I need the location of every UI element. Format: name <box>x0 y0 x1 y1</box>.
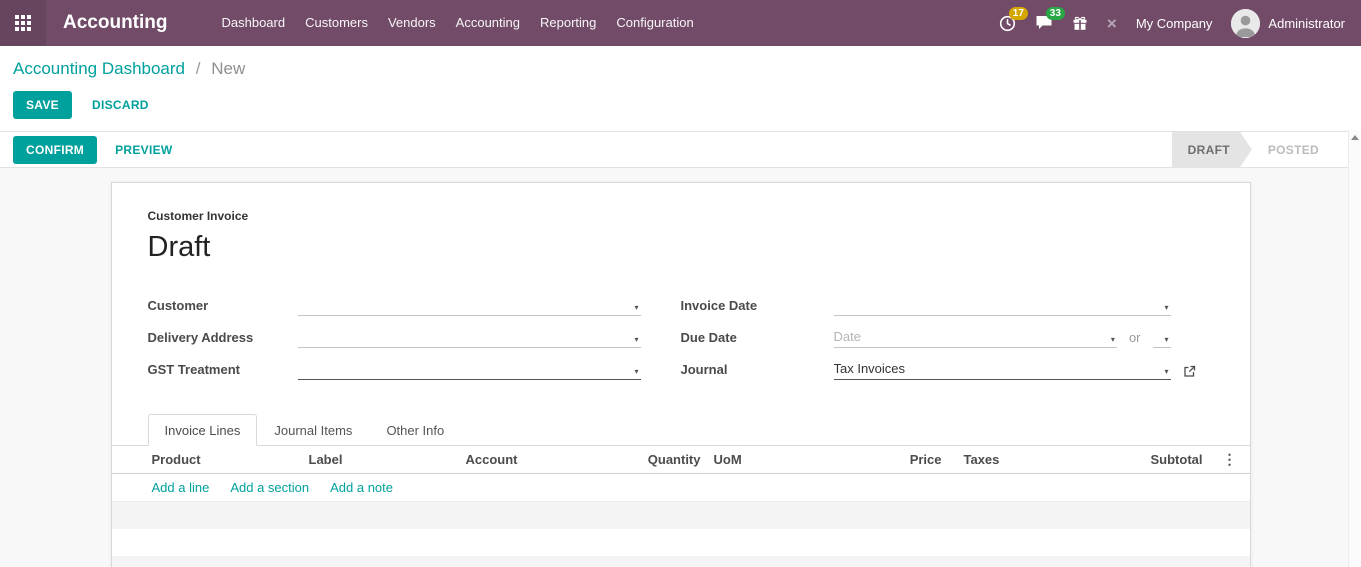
delivery-address-label: Delivery Address <box>148 330 298 348</box>
tab-other-info[interactable]: Other Info <box>369 414 461 446</box>
due-date-label: Due Date <box>681 330 834 348</box>
top-navbar: Accounting Dashboard Customers Vendors A… <box>0 0 1361 46</box>
activity-count-badge: 17 <box>1009 7 1028 20</box>
chevron-down-icon[interactable]: ▾ <box>634 336 638 344</box>
chevron-down-icon[interactable]: ▾ <box>634 304 638 312</box>
apps-menu-button[interactable] <box>0 0 46 46</box>
empty-line-row <box>112 556 1250 567</box>
scroll-up-arrow-icon[interactable] <box>1351 135 1359 140</box>
invoice-form-fields: Customer ▾ Delivery Address ▾ <box>148 294 1214 390</box>
nav-menu-customers[interactable]: Customers <box>295 0 378 46</box>
column-subtotal: Subtotal <box>1052 452 1210 467</box>
user-menu[interactable]: Administrator <box>1231 9 1345 38</box>
chevron-down-icon[interactable]: ▾ <box>1164 368 1168 376</box>
status-pipeline: DRAFT POSTED <box>1172 132 1335 168</box>
column-price: Price <box>862 452 942 467</box>
or-label: or <box>1129 330 1141 348</box>
gift-icon <box>1072 15 1088 31</box>
vertical-scrollbar[interactable] <box>1348 130 1361 567</box>
tab-invoice-lines[interactable]: Invoice Lines <box>148 414 258 446</box>
customer-input[interactable] <box>298 296 641 316</box>
gst-treatment-label: GST Treatment <box>148 362 298 380</box>
nav-menu-accounting[interactable]: Accounting <box>446 0 530 46</box>
chevron-down-icon[interactable]: ▾ <box>1164 336 1168 344</box>
referral-button[interactable] <box>1072 15 1088 31</box>
apps-grid-icon <box>15 15 31 31</box>
status-draft[interactable]: DRAFT <box>1172 132 1252 168</box>
column-taxes: Taxes <box>942 452 1052 467</box>
user-avatar <box>1231 9 1260 38</box>
chevron-down-icon[interactable]: ▾ <box>1164 304 1168 312</box>
journal-input[interactable] <box>834 360 1171 380</box>
breadcrumb-parent[interactable]: Accounting Dashboard <box>13 59 185 78</box>
nav-menu-configuration[interactable]: Configuration <box>606 0 703 46</box>
invoice-date-label: Invoice Date <box>681 298 834 316</box>
column-uom: UoM <box>714 452 862 467</box>
tab-journal-items[interactable]: Journal Items <box>257 414 369 446</box>
activities-button[interactable]: 17 <box>999 15 1016 32</box>
preview-button[interactable]: PREVIEW <box>115 143 172 157</box>
discard-button[interactable]: DISCARD <box>92 98 149 112</box>
chevron-down-icon[interactable]: ▾ <box>1111 336 1115 344</box>
column-label: Label <box>309 452 466 467</box>
nav-menu-dashboard[interactable]: Dashboard <box>212 0 296 46</box>
column-product: Product <box>112 452 309 467</box>
message-count-badge: 33 <box>1046 7 1065 20</box>
user-name: Administrator <box>1268 16 1345 31</box>
invoice-lines-header: Product Label Account Quantity UoM Price… <box>112 446 1250 474</box>
column-options-icon[interactable]: ⋮ <box>1210 451 1250 468</box>
breadcrumb: Accounting Dashboard / New <box>0 46 1361 83</box>
empty-line-row <box>112 502 1250 529</box>
nav-menu: Dashboard Customers Vendors Accounting R… <box>212 0 704 46</box>
save-button[interactable]: SAVE <box>13 91 72 119</box>
nav-menu-vendors[interactable]: Vendors <box>378 0 446 46</box>
add-line-row: Add a line Add a section Add a note <box>112 474 1250 502</box>
column-quantity: Quantity <box>626 452 714 467</box>
breadcrumb-current: New <box>211 59 245 78</box>
invoice-date-input[interactable] <box>834 296 1171 316</box>
person-icon <box>1231 9 1260 38</box>
external-link-icon[interactable] <box>1183 365 1196 380</box>
column-account: Account <box>466 452 626 467</box>
document-type-label: Customer Invoice <box>148 209 1214 223</box>
delivery-address-input[interactable] <box>298 328 641 348</box>
status-posted[interactable]: POSTED <box>1252 132 1335 168</box>
company-switcher[interactable]: My Company <box>1136 16 1213 31</box>
chevron-down-icon[interactable]: ▾ <box>634 368 638 376</box>
form-buttons: SAVE DISCARD <box>0 83 1361 131</box>
invoice-sheet: Customer Invoice Draft Customer ▾ <box>111 182 1251 567</box>
form-view-content: Customer Invoice Draft Customer ▾ <box>0 168 1361 567</box>
app-name[interactable]: Accounting <box>63 12 168 34</box>
confirm-button[interactable]: CONFIRM <box>13 136 97 164</box>
statusbar-buttons: CONFIRM PREVIEW <box>13 136 173 164</box>
empty-line-row <box>112 529 1250 556</box>
add-line-link[interactable]: Add a line <box>152 480 210 495</box>
gst-treatment-input[interactable] <box>298 360 641 380</box>
breadcrumb-separator: / <box>196 59 201 78</box>
close-icon[interactable]: × <box>1107 15 1117 32</box>
customer-label: Customer <box>148 298 298 316</box>
navbar-systray: 17 33 × My Company Administrator <box>999 9 1345 38</box>
notebook-tabs: Invoice Lines Journal Items Other Info <box>112 414 1250 446</box>
nav-menu-reporting[interactable]: Reporting <box>530 0 606 46</box>
due-date-input[interactable] <box>834 328 1117 348</box>
odoo-screen: Accounting Dashboard Customers Vendors A… <box>0 0 1361 567</box>
invoice-state-title: Draft <box>148 231 1214 264</box>
journal-label: Journal <box>681 362 834 380</box>
statusbar: CONFIRM PREVIEW DRAFT POSTED <box>0 131 1361 168</box>
add-section-link[interactable]: Add a section <box>230 480 309 495</box>
messages-button[interactable]: 33 <box>1035 15 1053 31</box>
add-note-link[interactable]: Add a note <box>330 480 393 495</box>
